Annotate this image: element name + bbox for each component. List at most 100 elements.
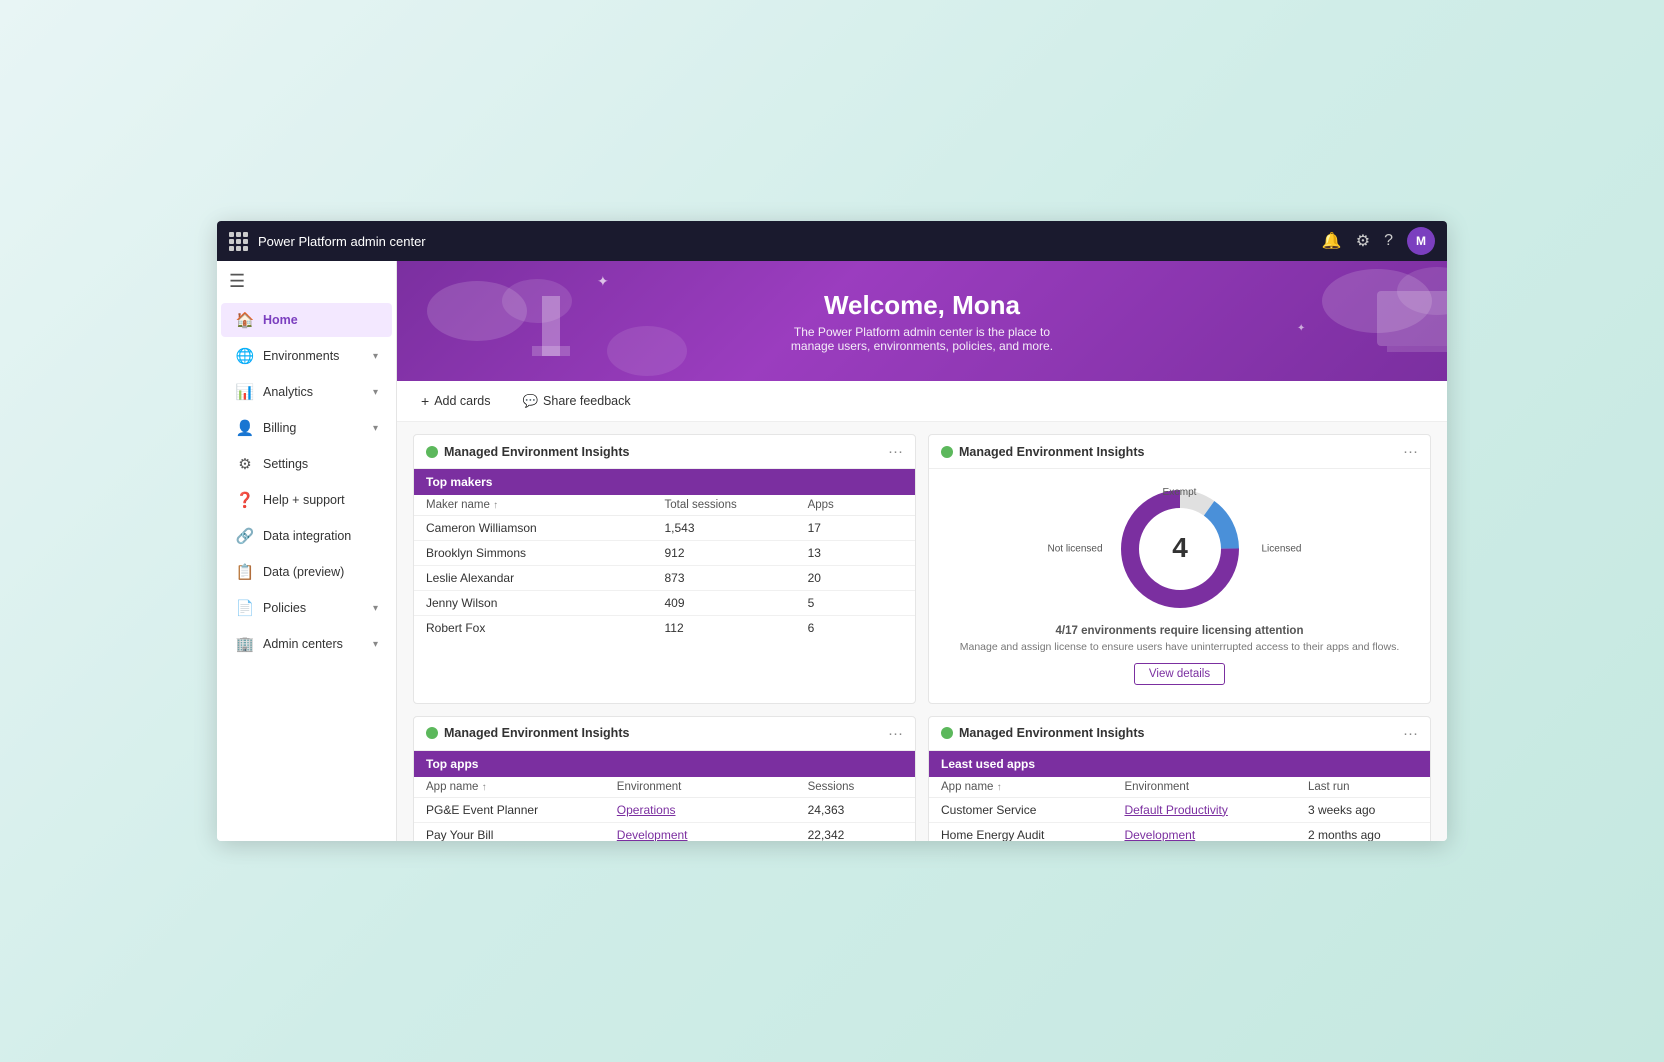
col-headers: App name ↑ Environment Last run <box>929 777 1430 798</box>
sidebar-item-label: Data (preview) <box>263 565 344 579</box>
card-licensing-header: Managed Environment Insights ··· <box>929 435 1430 469</box>
top-apps-rows: PG&E Event Planner Operations 24,363 Pay… <box>414 798 915 841</box>
maker-name: Brooklyn Simmons <box>426 546 665 560</box>
app-name: Pay Your Bill <box>426 828 617 841</box>
donut-chart: 4 <box>1110 479 1250 619</box>
col-app-header: App name ↑ <box>426 781 617 793</box>
chevron-down-icon: ▾ <box>373 603 378 614</box>
sidebar-item-analytics[interactable]: 📊 Analytics ▾ <box>221 375 392 409</box>
app-env: Development <box>1124 828 1307 841</box>
sidebar-item-help[interactable]: ❓ Help + support <box>221 483 392 517</box>
content-area: ✦ ✦ Welcome, Mona The Power Platform adm… <box>397 261 1447 841</box>
share-feedback-label: Share feedback <box>543 394 631 408</box>
svg-text:✦: ✦ <box>1297 323 1305 334</box>
card-menu-icon[interactable]: ··· <box>888 725 903 742</box>
top-apps-section-header: Top apps <box>414 751 915 777</box>
svg-text:✦: ✦ <box>597 273 609 289</box>
card-menu-icon[interactable]: ··· <box>1403 725 1418 742</box>
sidebar-item-data-integration[interactable]: 🔗 Data integration <box>221 519 392 553</box>
table-row: Home Energy Audit Development 2 months a… <box>929 823 1430 841</box>
sidebar-item-label: Home <box>263 313 298 327</box>
top-makers-rows: Cameron Williamson 1,543 17 Brooklyn Sim… <box>414 516 915 640</box>
table-row: Cameron Williamson 1,543 17 <box>414 516 915 541</box>
view-details-button[interactable]: View details <box>1134 663 1225 685</box>
card-top-apps-header: Managed Environment Insights ··· <box>414 717 915 751</box>
environments-icon: 🌐 <box>235 347 255 365</box>
sidebar-item-label: Help + support <box>263 493 345 507</box>
sidebar-item-settings[interactable]: ⚙ Settings <box>221 447 392 481</box>
sidebar: ☰ 🏠 Home 🌐 Environments ▾ 📊 Analytics ▾ … <box>217 261 397 841</box>
app-title: Power Platform admin center <box>258 234 1312 249</box>
sidebar-item-data-preview[interactable]: 📋 Data (preview) <box>221 555 392 589</box>
app-env: Operations <box>617 803 808 817</box>
hero-subtitle: The Power Platform admin center is the p… <box>791 325 1053 353</box>
sidebar-item-label: Billing <box>263 421 296 435</box>
col-app-header: App name ↑ <box>941 781 1124 793</box>
sidebar-item-label: Data integration <box>263 529 351 543</box>
status-dot <box>941 446 953 458</box>
donut-value: 4 <box>1172 532 1188 563</box>
settings-icon[interactable]: ⚙ <box>1356 231 1370 251</box>
apps: 17 <box>808 521 903 535</box>
card-least-used-header: Managed Environment Insights ··· <box>929 717 1430 751</box>
help-icon: ❓ <box>235 491 255 509</box>
maker-name: Leslie Alexandar <box>426 571 665 585</box>
sidebar-item-label: Policies <box>263 601 306 615</box>
main-layout: ☰ 🏠 Home 🌐 Environments ▾ 📊 Analytics ▾ … <box>217 261 1447 841</box>
apps: 20 <box>808 571 903 585</box>
card-top-apps-title: Managed Environment Insights <box>444 726 882 740</box>
card-least-used: Managed Environment Insights ··· Least u… <box>928 716 1431 841</box>
table-row: Customer Service Default Productivity 3 … <box>929 798 1430 823</box>
not-licensed-label: Not licensed <box>1048 544 1103 555</box>
add-cards-button[interactable]: + Add cards <box>413 389 498 413</box>
user-avatar[interactable]: M <box>1407 227 1435 255</box>
card-top-makers-header: Managed Environment Insights ··· <box>414 435 915 469</box>
status-dot <box>941 727 953 739</box>
sidebar-item-policies[interactable]: 📄 Policies ▾ <box>221 591 392 625</box>
top-makers-label: Top makers <box>426 475 492 489</box>
card-least-used-title: Managed Environment Insights <box>959 726 1397 740</box>
col-env-header: Environment <box>617 781 808 793</box>
sidebar-item-billing[interactable]: 👤 Billing ▾ <box>221 411 392 445</box>
data-integration-icon: 🔗 <box>235 527 255 545</box>
hero-banner: ✦ ✦ Welcome, Mona The Power Platform adm… <box>397 261 1447 381</box>
least-used-label: Least used apps <box>941 757 1035 771</box>
maker-name: Cameron Williamson <box>426 521 665 535</box>
share-feedback-button[interactable]: 💬 Share feedback <box>514 390 638 413</box>
hero-title: Welcome, Mona <box>791 290 1053 321</box>
col-sessions-header: Sessions <box>808 781 903 793</box>
card-menu-icon[interactable]: ··· <box>888 443 903 460</box>
waffle-icon[interactable] <box>229 232 248 251</box>
card-menu-icon[interactable]: ··· <box>1403 443 1418 460</box>
status-dot <box>426 727 438 739</box>
donut-info-text: 4/17 environments require licensing atte… <box>1056 625 1304 637</box>
sessions: 1,543 <box>665 521 808 535</box>
card-top-apps: Managed Environment Insights ··· Top app… <box>413 716 916 841</box>
sidebar-item-admin-centers[interactable]: 🏢 Admin centers ▾ <box>221 627 392 661</box>
table-row: Pay Your Bill Development 22,342 <box>414 823 915 841</box>
hamburger-button[interactable]: ☰ <box>217 261 396 302</box>
maker-name: Robert Fox <box>426 621 665 635</box>
app-name: PG&E Event Planner <box>426 803 617 817</box>
col-headers: App name ↑ Environment Sessions <box>414 777 915 798</box>
apps: 13 <box>808 546 903 560</box>
bell-icon[interactable]: 🔔 <box>1322 231 1342 251</box>
settings-icon: ⚙ <box>235 455 255 473</box>
sidebar-item-home[interactable]: 🏠 Home <box>221 303 392 337</box>
app-name: Customer Service <box>941 803 1124 817</box>
data-preview-icon: 📋 <box>235 563 255 581</box>
sessions: 873 <box>665 571 808 585</box>
col-lastrun-header: Last run <box>1308 781 1418 793</box>
sidebar-item-environments[interactable]: 🌐 Environments ▾ <box>221 339 392 373</box>
sidebar-item-label: Settings <box>263 457 308 471</box>
app-sessions: 24,363 <box>808 803 903 817</box>
exempt-label: Exempt <box>1163 487 1197 498</box>
maker-name: Jenny Wilson <box>426 596 665 610</box>
analytics-icon: 📊 <box>235 383 255 401</box>
chevron-down-icon: ▾ <box>373 387 378 398</box>
policies-icon: 📄 <box>235 599 255 617</box>
sidebar-item-label: Environments <box>263 349 339 363</box>
help-icon[interactable]: ? <box>1384 232 1393 250</box>
col-headers: Maker name ↑ Total sessions Apps <box>414 495 915 516</box>
sessions: 112 <box>665 621 808 635</box>
